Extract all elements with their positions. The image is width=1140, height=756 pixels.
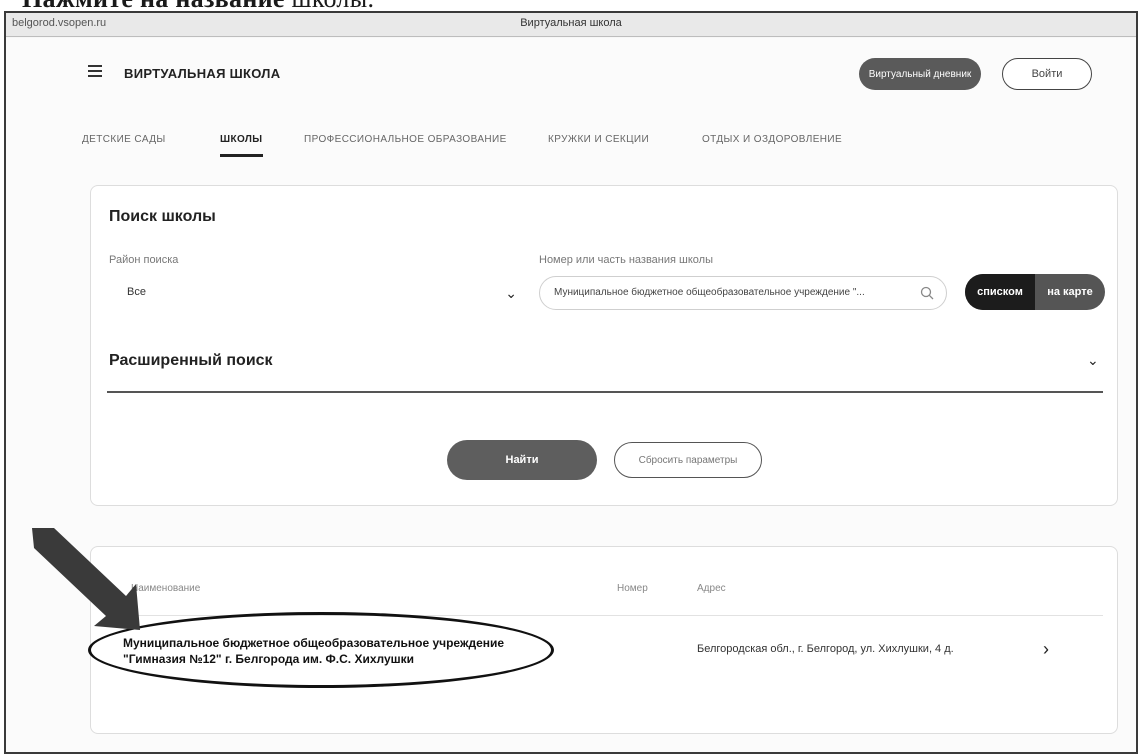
table-row[interactable]: Муниципальное бюджетное общеобразователь… bbox=[91, 635, 1117, 685]
tab-recreation[interactable]: ОТДЫХ И ОЗДОРОВЛЕНИЕ bbox=[702, 134, 842, 145]
reset-filters-button[interactable]: Сбросить параметры bbox=[614, 442, 762, 478]
search-title: Поиск школы bbox=[109, 208, 216, 225]
chevron-down-icon: ⌄ bbox=[505, 285, 517, 301]
district-value: Все bbox=[127, 286, 146, 298]
column-header-number: Номер bbox=[617, 583, 648, 594]
site-header: ВИРТУАЛЬНАЯ ШКОЛА Виртуальный дневник Во… bbox=[6, 38, 1136, 108]
results-divider bbox=[113, 615, 1103, 616]
browser-window: belgorod.vsopen.ru Виртуальная школа ВИР… bbox=[4, 11, 1138, 754]
tab-clubs-sections[interactable]: КРУЖКИ И СЕКЦИИ bbox=[548, 134, 649, 145]
search-card: Поиск школы Район поиска Все ⌄ Номер или… bbox=[90, 185, 1118, 506]
find-button[interactable]: Найти bbox=[447, 440, 597, 480]
school-name-label: Номер или часть названия школы bbox=[539, 254, 713, 266]
menu-icon[interactable] bbox=[88, 65, 102, 77]
school-address: Белгородская обл., г. Белгород, ул. Хихл… bbox=[697, 643, 954, 655]
window-title: Виртуальная школа bbox=[520, 17, 622, 29]
chevron-down-icon[interactable]: ⌄ bbox=[1087, 352, 1099, 369]
results-card: Наименование Номер Адрес Муниципальное б… bbox=[90, 546, 1118, 734]
school-name-link[interactable]: Муниципальное бюджетное общеобразователь… bbox=[123, 635, 553, 667]
district-label: Район поиска bbox=[109, 254, 179, 266]
district-select[interactable]: Все ⌄ bbox=[107, 276, 517, 310]
search-icon[interactable] bbox=[920, 286, 934, 305]
browser-titlebar: belgorod.vsopen.ru Виртуальная школа bbox=[6, 13, 1136, 37]
tab-kindergartens[interactable]: ДЕТСКИЕ САДЫ bbox=[82, 134, 166, 145]
view-list-button[interactable]: списком bbox=[965, 274, 1035, 310]
virtual-diary-button[interactable]: Виртуальный дневник bbox=[859, 58, 981, 90]
advanced-search-divider bbox=[107, 391, 1103, 393]
column-header-address: Адрес bbox=[697, 583, 726, 594]
site-brand[interactable]: ВИРТУАЛЬНАЯ ШКОЛА bbox=[124, 66, 280, 81]
chevron-right-icon[interactable]: › bbox=[1043, 639, 1049, 660]
tab-schools[interactable]: ШКОЛЫ bbox=[220, 134, 263, 157]
tab-professional-education[interactable]: ПРОФЕССИОНАЛЬНОЕ ОБРАЗОВАНИЕ bbox=[304, 134, 507, 145]
view-mode-toggle: списком на карте bbox=[965, 274, 1105, 310]
view-map-button[interactable]: на карте bbox=[1035, 274, 1105, 310]
page-content: ВИРТУАЛЬНАЯ ШКОЛА Виртуальный дневник Во… bbox=[6, 38, 1136, 752]
column-header-name: Наименование bbox=[131, 583, 201, 594]
advanced-search-toggle[interactable]: Расширенный поиск bbox=[109, 352, 273, 370]
login-button[interactable]: Войти bbox=[1002, 58, 1092, 90]
school-search-value: Муниципальное бюджетное общеобразователь… bbox=[554, 287, 865, 298]
school-search-input[interactable]: Муниципальное бюджетное общеобразователь… bbox=[539, 276, 947, 310]
